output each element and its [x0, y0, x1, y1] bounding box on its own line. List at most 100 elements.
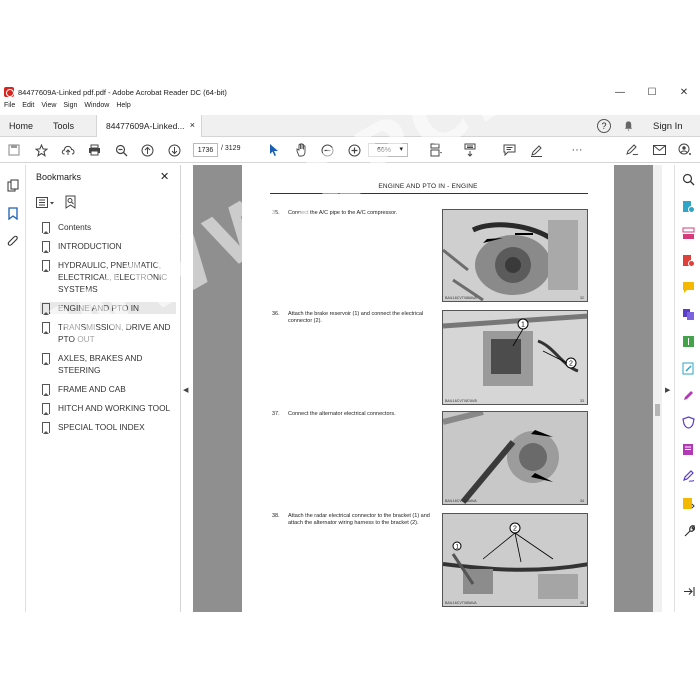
bookmark-label: AXLES, BRAKES AND STEERING	[58, 353, 143, 375]
left-navigation-rail	[0, 165, 26, 612]
save-icon[interactable]	[6, 142, 22, 158]
send-for-comments-icon[interactable]	[682, 443, 695, 456]
edit-pdf-icon[interactable]	[682, 362, 695, 375]
more-tools-icon[interactable]: ···	[569, 142, 585, 158]
tab-home[interactable]: Home	[9, 121, 33, 131]
page-up-icon[interactable]	[139, 142, 155, 158]
zoom-in-icon[interactable]	[346, 142, 362, 158]
create-pdf-icon[interactable]	[682, 254, 695, 267]
close-window-button[interactable]: ✕	[668, 82, 700, 102]
hand-tool-icon[interactable]	[293, 142, 309, 158]
compress-pdf-icon[interactable]	[682, 335, 695, 348]
tab-tools[interactable]: Tools	[53, 121, 74, 131]
minimize-button[interactable]: —	[604, 82, 636, 102]
zoom-out-icon[interactable]	[319, 142, 335, 158]
search-tool-icon[interactable]	[682, 173, 695, 186]
bookmark-icon	[42, 403, 50, 415]
comment-icon[interactable]	[501, 142, 517, 158]
page-thumbnails-icon[interactable]	[7, 179, 19, 192]
zoom-level-select[interactable]: 66%	[368, 143, 408, 157]
brake-reservoir-photo: 1 2	[443, 311, 587, 404]
help-icon[interactable]: ?	[597, 119, 611, 133]
bookmark-label: TRANSMISSION, DRIVE AND PTO OUT	[58, 322, 171, 344]
protect-shield-icon[interactable]	[682, 416, 695, 429]
zoom-search-icon[interactable]	[113, 142, 129, 158]
page-down-icon[interactable]	[166, 142, 182, 158]
step-text: Attach the brake reservoir (1) and conne…	[288, 311, 424, 324]
bookmark-label: ENGINE AND PTO IN	[58, 303, 139, 313]
acrobat-logo-icon	[4, 87, 14, 97]
organize-pages-icon[interactable]	[682, 227, 695, 240]
highlight-pen-icon[interactable]	[528, 142, 544, 158]
menu-window[interactable]: Window	[84, 102, 109, 115]
scroll-mode-icon[interactable]	[462, 142, 478, 158]
radar-connector-photo: 2 1	[443, 514, 587, 606]
more-tools-wrench-icon[interactable]	[682, 524, 695, 537]
tab-close-icon[interactable]: ×	[190, 120, 195, 130]
right-tools-rail	[674, 165, 700, 612]
menu-view[interactable]: View	[41, 102, 56, 115]
bookmark-search-icon[interactable]	[65, 195, 77, 209]
bell-icon[interactable]	[623, 120, 634, 132]
upload-cloud-icon[interactable]	[60, 142, 76, 158]
bookmark-label: Contents	[58, 222, 92, 232]
export-pdf-icon[interactable]	[682, 200, 695, 213]
print-icon[interactable]	[86, 142, 102, 158]
menu-bar: File Edit View Sign Window Help	[0, 102, 138, 115]
bookmarks-panel: Bookmarks ✕ Contents INTRODUCTION HYDRAU…	[26, 165, 181, 612]
expand-panel-icon[interactable]	[682, 585, 695, 598]
menu-file[interactable]: File	[4, 102, 15, 115]
menu-help[interactable]: Help	[116, 102, 130, 115]
bookmark-icon	[42, 353, 50, 365]
scrollbar-thumb[interactable]	[655, 404, 660, 416]
svg-text:2: 2	[513, 526, 517, 533]
title-bar: 84477609A-Linked pdf.pdf - Adobe Acrobat…	[0, 82, 700, 102]
comment-tool-icon[interactable]	[682, 281, 695, 294]
bookmark-icon	[42, 303, 50, 315]
attachments-paperclip-icon[interactable]	[7, 235, 19, 248]
bookmark-special-tool-index[interactable]: SPECIAL TOOL INDEX	[42, 421, 180, 434]
step-number: 38.	[272, 513, 280, 519]
tab-document[interactable]: 84477609A-Linked... ×	[96, 115, 202, 137]
figure-code: BAIL16CVT085AVA	[445, 601, 477, 605]
header-rule	[270, 193, 588, 194]
star-icon[interactable]	[33, 142, 49, 158]
bookmark-icon	[42, 422, 50, 434]
sign-pen-icon[interactable]	[624, 142, 640, 158]
bookmark-hitch[interactable]: HITCH AND WORKING TOOL	[42, 402, 180, 415]
bookmark-frame-cab[interactable]: FRAME AND CAB	[42, 383, 180, 396]
close-bookmarks-icon[interactable]: ✕	[160, 170, 169, 183]
step-number: 36.	[272, 311, 280, 317]
sign-in-button[interactable]: Sign In	[653, 121, 683, 132]
menu-sign[interactable]: Sign	[63, 102, 77, 115]
collapse-left-panel-icon[interactable]: ◀	[183, 386, 188, 394]
bookmarks-panel-icon[interactable]	[8, 207, 18, 220]
fill-sign-icon[interactable]	[682, 389, 695, 402]
bookmark-introduction[interactable]: INTRODUCTION	[42, 240, 180, 253]
step-number: 37.	[272, 411, 280, 417]
bookmark-engine-pto-in[interactable]: ENGINE AND PTO IN	[40, 302, 176, 315]
bookmark-options-icon[interactable]	[36, 197, 56, 209]
page-number-input[interactable]: 1736	[193, 143, 218, 157]
figure-number: 32	[580, 296, 584, 300]
mail-icon[interactable]	[651, 142, 667, 158]
bookmark-transmission[interactable]: TRANSMISSION, DRIVE AND PTO OUT	[42, 321, 180, 345]
maximize-button[interactable]: ☐	[636, 82, 668, 102]
page-display-icon[interactable]	[428, 142, 444, 158]
select-cursor-icon[interactable]	[266, 142, 282, 158]
vertical-scrollbar[interactable]	[653, 165, 662, 612]
bookmark-contents[interactable]: Contents	[42, 221, 180, 234]
bookmarks-title: Bookmarks	[36, 172, 82, 182]
figure-number: 35	[580, 601, 584, 605]
collapse-right-panel-icon[interactable]: ▶	[665, 386, 670, 394]
bookmark-hydraulic[interactable]: HYDRAULIC, PNEUMATIC, ELECTRICAL, ELECTR…	[42, 259, 180, 295]
menu-edit[interactable]: Edit	[22, 102, 34, 115]
document-view[interactable]: ENGINE AND PTO IN - ENGINE 35. Connect t…	[193, 165, 662, 612]
combine-files-icon[interactable]	[682, 308, 695, 321]
bookmark-axles[interactable]: AXLES, BRAKES AND STEERING	[42, 352, 180, 376]
rich-media-icon[interactable]	[682, 497, 695, 510]
figure-code: BAIL16CVT086AVA	[445, 499, 477, 503]
request-signature-icon[interactable]	[682, 470, 695, 483]
alternator-photo	[443, 412, 587, 504]
share-user-icon[interactable]	[677, 142, 693, 158]
